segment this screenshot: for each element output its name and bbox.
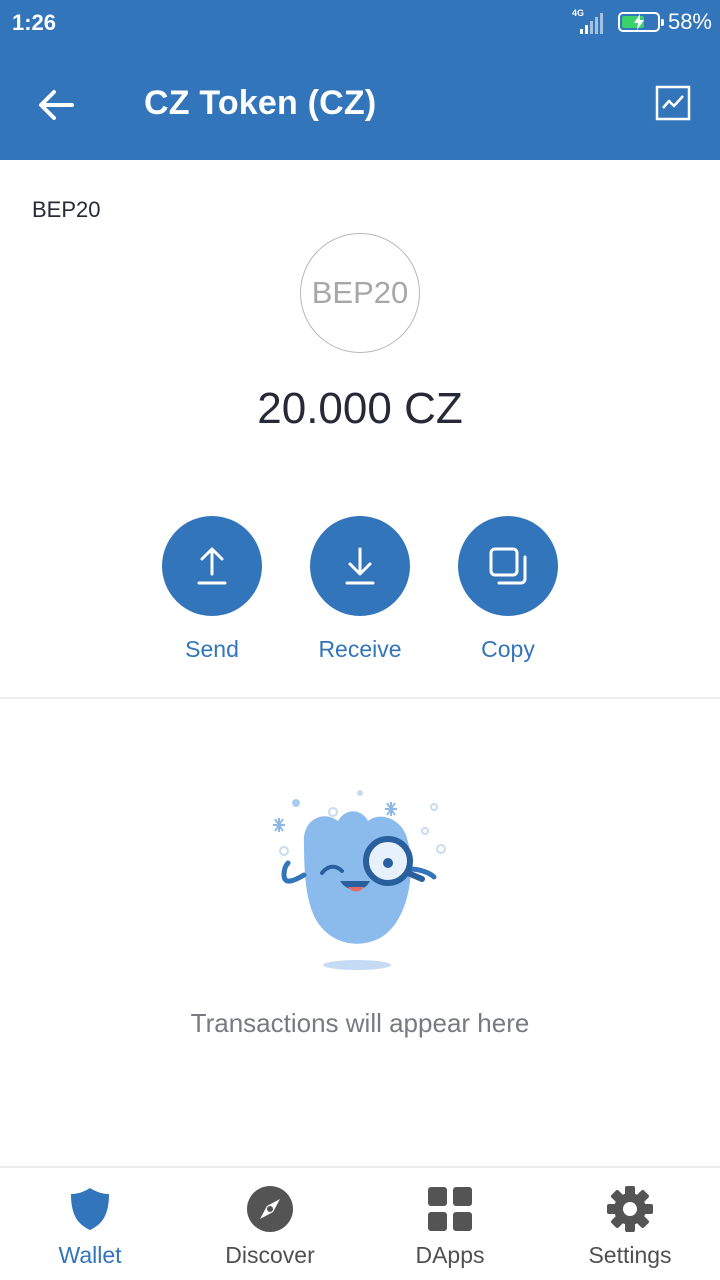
section-divider (0, 697, 720, 699)
page-title: CZ Token (CZ) (144, 84, 377, 122)
nav-item-wallet[interactable]: Wallet (0, 1184, 180, 1269)
nav-item-discover[interactable]: Discover (180, 1184, 360, 1269)
token-logo: BEP20 (300, 233, 420, 353)
empty-transactions-message: Transactions will appear here (190, 1008, 530, 1038)
token-balance: 20.000 CZ (257, 384, 463, 433)
send-button[interactable]: Send (152, 516, 272, 663)
status-time: 1:26 (12, 10, 57, 35)
battery-percent: 58% (667, 9, 712, 34)
empty-state-illustration (260, 785, 460, 975)
receive-circle[interactable] (310, 516, 410, 616)
price-chart-icon (655, 85, 691, 121)
status-icons: 4G 58% (570, 8, 712, 36)
shield-icon (71, 1188, 109, 1230)
copy-icon (489, 547, 527, 585)
nav-label-dapps: DApps (415, 1242, 485, 1268)
download-icon (345, 547, 375, 585)
nav-label-wallet: Wallet (58, 1242, 122, 1268)
copy-label: Copy (481, 636, 535, 662)
send-circle[interactable] (162, 516, 262, 616)
app-bar: 1:26 4G 58% CZ Token (CZ) (0, 0, 720, 160)
nav-label-discover: Discover (225, 1242, 315, 1268)
receive-button[interactable]: Receive (300, 516, 420, 663)
signal-icon: 4G (570, 8, 610, 36)
copy-circle[interactable] (458, 516, 558, 616)
nav-label-settings: Settings (588, 1242, 672, 1268)
compass-icon (247, 1186, 293, 1232)
bottom-nav: Wallet Discover DApps Settings (0, 1166, 720, 1280)
send-label: Send (185, 636, 239, 662)
price-chart-button[interactable] (652, 82, 694, 124)
grid-icon (428, 1187, 472, 1231)
action-row: Send Receive Copy (0, 516, 720, 666)
gear-icon (607, 1186, 653, 1232)
battery-icon (617, 12, 664, 32)
receive-label: Receive (318, 636, 402, 662)
upload-icon (197, 547, 227, 585)
mascot-magnifier-icon (273, 790, 446, 970)
network-label: BEP20 (32, 197, 101, 222)
arrow-left-icon (39, 90, 74, 120)
nav-item-dapps[interactable]: DApps (360, 1184, 540, 1269)
nav-item-settings[interactable]: Settings (540, 1184, 720, 1269)
back-button[interactable] (28, 80, 84, 130)
token-logo-text: BEP20 (311, 275, 409, 310)
copy-button[interactable]: Copy (448, 516, 568, 663)
